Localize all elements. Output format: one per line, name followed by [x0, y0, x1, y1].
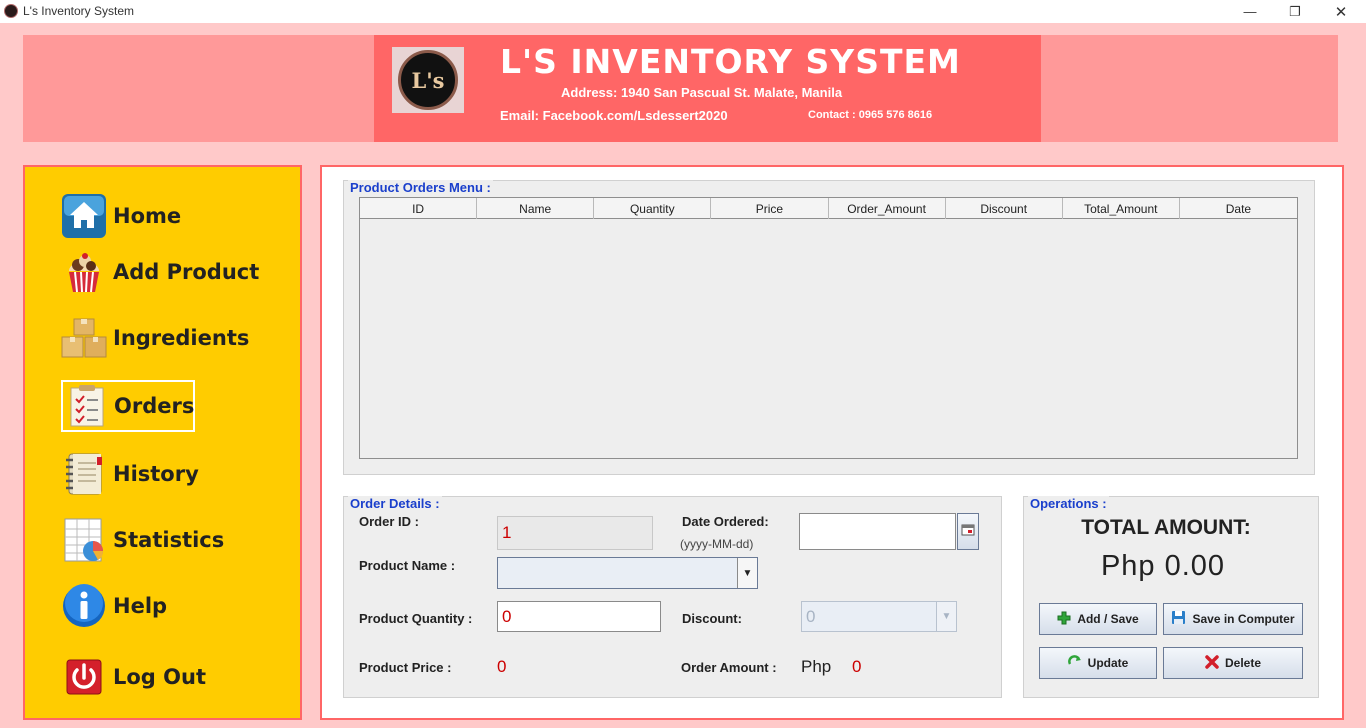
product-quantity-label: Product Quantity : — [359, 611, 473, 626]
notebook-icon — [61, 451, 107, 497]
add-save-button[interactable]: Add / Save — [1039, 603, 1157, 635]
date-format-hint: (yyyy-MM-dd) — [680, 537, 754, 551]
sidebar-item-label: History — [113, 462, 199, 486]
sidebar-item-home[interactable]: Home — [61, 191, 181, 241]
update-button[interactable]: Update — [1039, 647, 1157, 679]
delete-x-icon — [1205, 654, 1219, 672]
minimize-button[interactable]: — — [1227, 0, 1273, 23]
sidebar-item-add-product[interactable]: Add Product — [61, 247, 259, 297]
header-address: Address: 1940 San Pascual St. Malate, Ma… — [561, 85, 843, 100]
chevron-down-icon[interactable]: ▼ — [737, 558, 757, 588]
column-header-order-amount[interactable]: Order_Amount — [829, 198, 946, 219]
plus-icon — [1057, 611, 1071, 628]
order-id-field: 1 — [497, 516, 653, 550]
app-logo-icon — [4, 4, 18, 18]
info-icon — [61, 583, 107, 629]
column-header-quantity[interactable]: Quantity — [594, 198, 712, 219]
header-contact: Contact : 0965 576 8616 — [808, 109, 933, 121]
total-amount-label: TOTAL AMOUNT: — [1081, 516, 1251, 539]
column-header-total-amount[interactable]: Total_Amount — [1063, 198, 1180, 219]
floppy-disk-icon — [1171, 610, 1186, 628]
clipboard-checklist-icon — [66, 383, 108, 429]
order-details-title: Order Details : — [348, 496, 442, 511]
date-ordered-field[interactable] — [799, 513, 956, 550]
home-icon — [61, 193, 107, 239]
sidebar-item-log-out[interactable]: Log Out — [61, 652, 206, 702]
order-amount-label: Order Amount : — [681, 660, 777, 675]
save-in-computer-label: Save in Computer — [1192, 612, 1295, 626]
sidebar-item-ingredients[interactable]: Ingredients — [61, 313, 249, 363]
orders-table-header: ID Name Quantity Price Order_Amount Disc… — [360, 198, 1297, 219]
order-id-label: Order ID : — [359, 514, 419, 529]
discount-select[interactable]: 0 ▼ — [801, 601, 957, 632]
column-header-discount[interactable]: Discount — [946, 198, 1063, 219]
orders-table[interactable]: ID Name Quantity Price Order_Amount Disc… — [359, 197, 1298, 459]
product-price-value: 0 — [497, 657, 507, 676]
sidebar-item-label: Help — [113, 594, 168, 618]
product-quantity-input[interactable]: 0 — [497, 601, 661, 632]
close-button[interactable]: ✕ — [1318, 0, 1364, 23]
delete-label: Delete — [1224, 656, 1262, 670]
header-email: Email: Facebook.com/Lsdessert2020 — [500, 108, 728, 123]
refresh-icon — [1067, 654, 1082, 672]
operations-title: Operations : — [1028, 496, 1109, 511]
discount-value: 0 — [806, 606, 816, 626]
product-name-select[interactable]: ▼ — [497, 557, 758, 589]
product-name-label: Product Name : — [359, 558, 456, 573]
window-title: L's Inventory System — [23, 4, 134, 18]
product-price-label: Product Price : — [359, 660, 452, 675]
window-titlebar: L's Inventory System — ❐ ✕ — [0, 0, 1366, 23]
delete-button[interactable]: Delete — [1163, 647, 1303, 679]
sidebar-item-label: Orders — [114, 394, 195, 418]
cupcake-icon — [61, 249, 107, 295]
sidebar-item-statistics[interactable]: Statistics — [61, 515, 224, 565]
power-icon — [61, 654, 107, 700]
discount-label: Discount: — [682, 611, 742, 626]
product-orders-title: Product Orders Menu : — [348, 180, 493, 195]
header-title: L'S INVENTORY SYSTEM — [500, 42, 961, 81]
column-header-date[interactable]: Date — [1180, 198, 1297, 219]
sidebar-item-history[interactable]: History — [61, 449, 199, 499]
boxes-icon — [61, 315, 107, 361]
spreadsheet-chart-icon — [61, 517, 107, 563]
sidebar-item-label: Add Product — [113, 260, 260, 284]
save-in-computer-button[interactable]: Save in Computer — [1163, 603, 1303, 635]
column-header-name[interactable]: Name — [477, 198, 595, 219]
chevron-down-icon[interactable]: ▼ — [936, 602, 956, 631]
sidebar-item-help[interactable]: Help — [61, 581, 167, 631]
total-amount-value: Php 0.00 — [1100, 550, 1226, 582]
order-id-value: 1 — [502, 523, 512, 542]
company-logo: L's — [392, 47, 464, 113]
logo-text: L's — [398, 50, 458, 110]
column-header-price[interactable]: Price — [711, 198, 829, 219]
column-header-id[interactable]: ID — [360, 198, 478, 219]
date-picker-button[interactable] — [957, 513, 979, 550]
sidebar-item-label: Log Out — [113, 665, 206, 689]
add-save-label: Add / Save — [1077, 612, 1139, 626]
calendar-icon — [961, 524, 975, 539]
order-amount-currency: Php — [801, 657, 832, 676]
sidebar-item-label: Home — [113, 204, 182, 228]
product-quantity-value: 0 — [502, 606, 512, 626]
update-label: Update — [1087, 656, 1129, 670]
sidebar-item-label: Ingredients — [113, 326, 250, 350]
order-amount-value: 0 — [852, 657, 862, 676]
sidebar-item-orders[interactable]: Orders — [61, 380, 195, 432]
restore-button[interactable]: ❐ — [1272, 0, 1318, 23]
date-ordered-label: Date Ordered: — [682, 514, 769, 529]
sidebar-item-label: Statistics — [113, 528, 225, 552]
